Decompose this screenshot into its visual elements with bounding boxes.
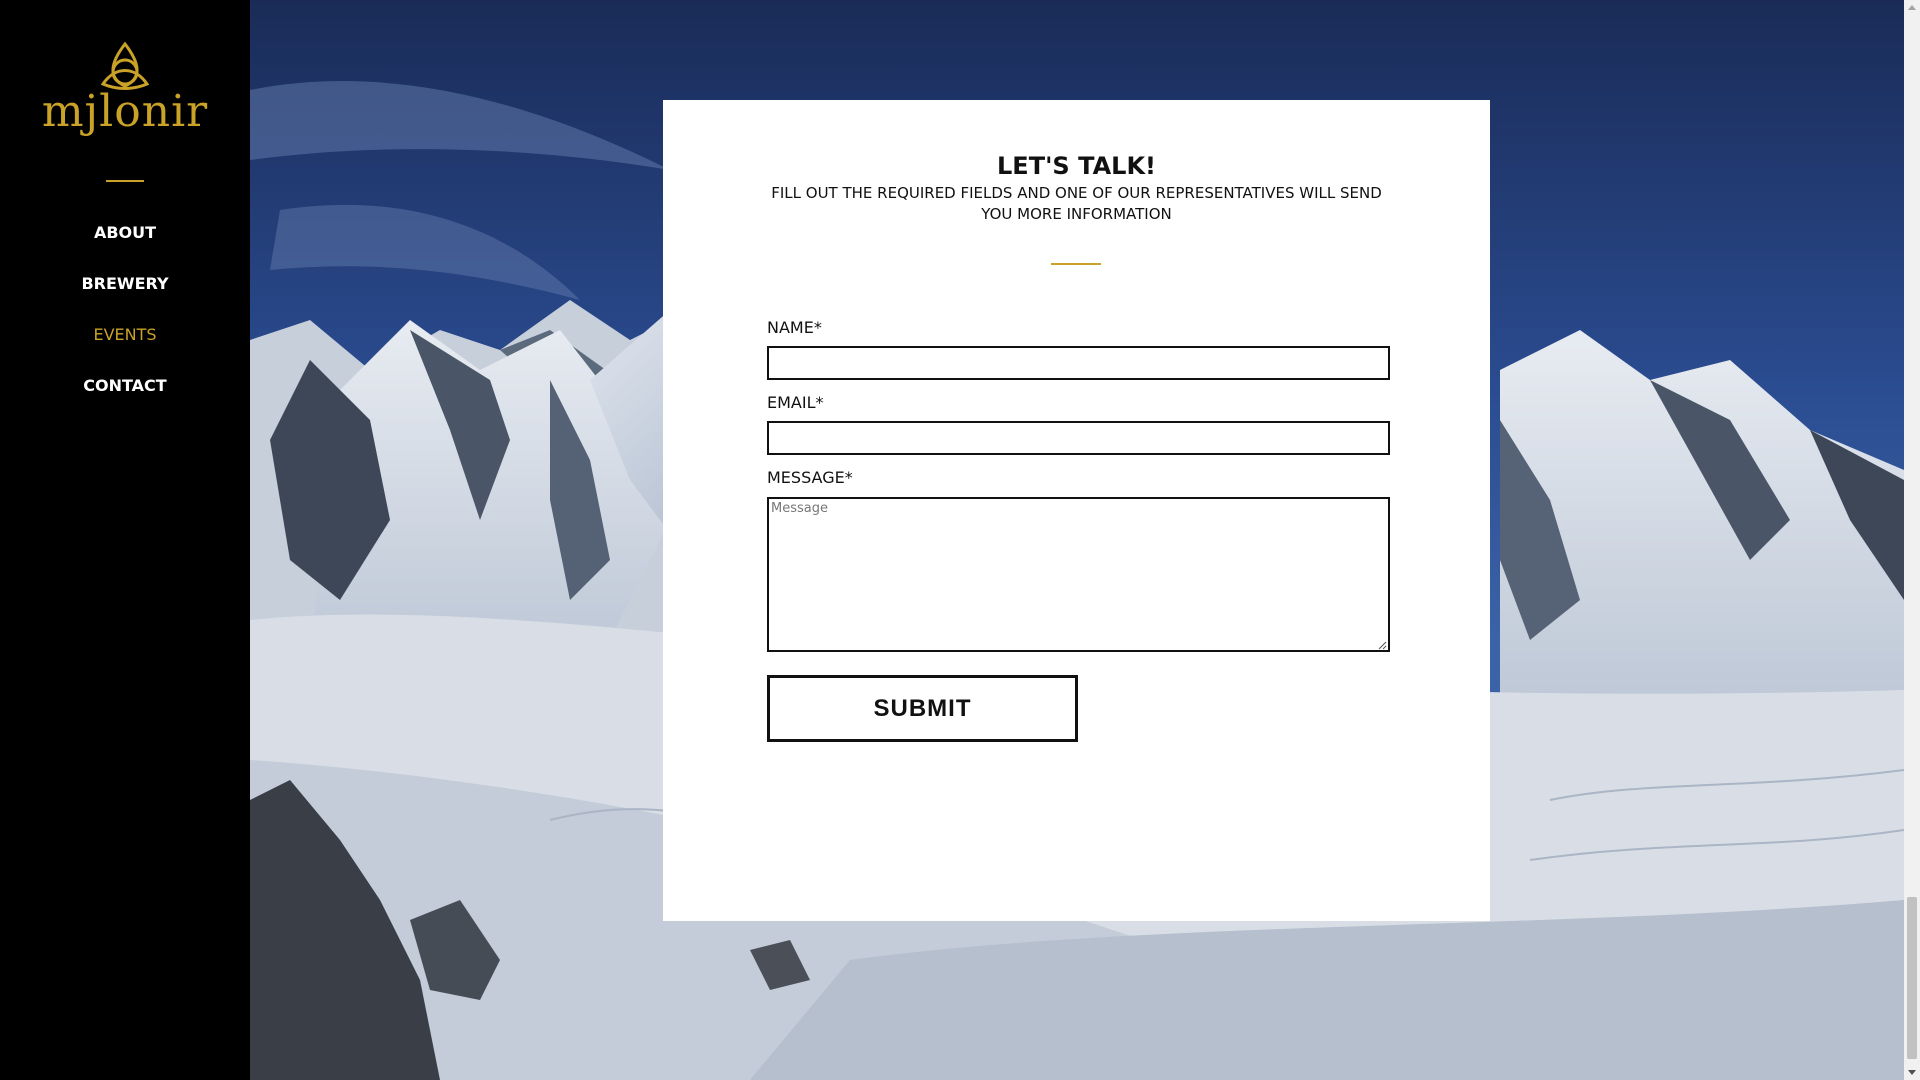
resize-grip-icon[interactable] [1377,640,1387,650]
message-textarea[interactable] [767,497,1390,652]
brand-name: mjlonir [41,86,209,137]
nav-item-brewery[interactable]: BREWERY [0,269,250,320]
scroll-thumb[interactable] [1907,897,1917,1059]
nav-item-about[interactable]: ABOUT [0,218,250,269]
email-input[interactable] [767,421,1390,455]
name-label: NAME* [767,318,822,337]
page-scrollbar[interactable] [1904,0,1920,1080]
message-label: MESSAGE* [767,468,853,487]
main-nav: ABOUT BREWERY EVENTS CONTACT [0,218,250,422]
form-subtitle: FILL OUT THE REQUIRED FIELDS AND ONE OF … [771,184,1382,223]
name-input[interactable] [767,346,1390,380]
scroll-up-icon[interactable] [1908,5,1916,10]
sidebar: mjlonir ABOUT BREWERY EVENTS CONTACT [0,0,250,1080]
scroll-down-icon[interactable] [1908,1070,1916,1075]
form-title: LET'S TALK! [997,152,1156,180]
form-divider [1051,263,1101,265]
email-label: EMAIL* [767,393,824,412]
sidebar-divider [106,180,144,182]
nav-item-events[interactable]: EVENTS [0,320,250,371]
contact-form-card: LET'S TALK! FILL OUT THE REQUIRED FIELDS… [663,100,1490,921]
celtic-knot-icon [100,41,150,90]
brand-logo[interactable]: mjlonir [0,36,250,146]
nav-item-contact[interactable]: CONTACT [0,371,250,422]
submit-button[interactable]: SUBMIT [767,675,1078,742]
